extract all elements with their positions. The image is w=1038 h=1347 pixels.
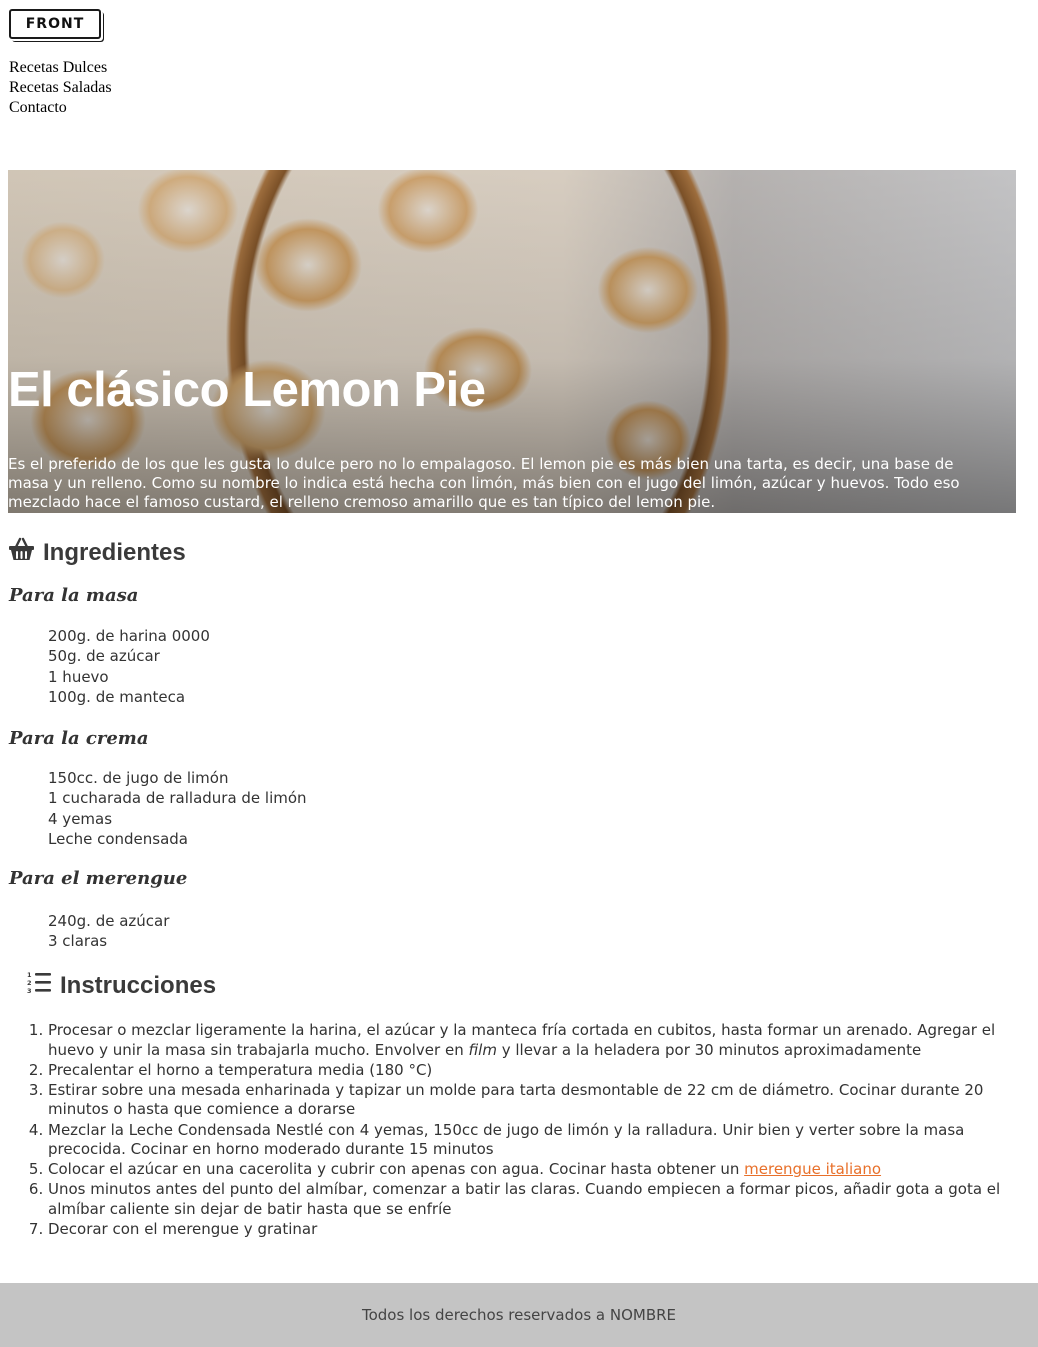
ingredients-heading-label: Ingredientes: [43, 538, 186, 566]
ingredients-list: 150cc. de jugo de limón 1 cucharada de r…: [48, 768, 307, 849]
list-item: Leche condensada: [48, 829, 188, 848]
svg-text:2: 2: [27, 979, 32, 987]
step-text: y llevar a la heladera por 30 minutos ap…: [496, 1040, 922, 1059]
list-item: 50g. de azúcar: [48, 647, 160, 666]
list-item: 200g. de harina 0000: [48, 627, 210, 645]
nav-link-recetas-dulces[interactable]: Recetas Dulces: [9, 59, 107, 76]
step-emphasis: film: [468, 1040, 497, 1059]
hero-description: Es el preferido de los que les gusta lo …: [8, 455, 960, 511]
list-item: Mezclar la Leche Condensada Nestlé con 4…: [48, 1121, 1013, 1160]
nav-link-contacto[interactable]: Contacto: [9, 99, 67, 116]
page-title: El clásico Lemon Pie: [8, 363, 486, 417]
ingredients-list: 200g. de harina 0000 50g. de azúcar 1 hu…: [48, 626, 210, 707]
list-item: Precalentar el horno a temperatura media…: [48, 1061, 1013, 1081]
list-item: Decorar con el merengue y gratinar: [48, 1220, 1013, 1240]
step-text: Colocar el azúcar en una cacerolita y cu…: [48, 1160, 745, 1179]
nav-link-recetas-saladas[interactable]: Recetas Saladas: [9, 79, 112, 96]
basket-icon: [8, 537, 35, 568]
ingredients-heading: Ingredientes: [8, 537, 186, 568]
ingredients-group-title: Para la masa: [9, 585, 139, 606]
list-item: 1 huevo: [48, 667, 109, 686]
footer-text: Todos los derechos reservados a NOMBRE: [361, 1306, 677, 1324]
nav-item-contacto[interactable]: Contacto: [9, 98, 112, 118]
main-nav: Recetas Dulces Recetas Saladas Contacto: [9, 58, 112, 118]
numbered-list-icon: 1 2 3: [27, 970, 52, 1001]
footer: Todos los derechos reservados a NOMBRE: [0, 1283, 1038, 1347]
ingredients-group-title: Para el merengue: [9, 868, 188, 889]
list-item: Colocar el azúcar en una cacerolita y cu…: [48, 1160, 1013, 1180]
instructions-list: Procesar o mezclar ligeramente la harina…: [48, 1021, 1013, 1240]
svg-text:3: 3: [27, 987, 32, 994]
list-item: 4 yemas: [48, 809, 113, 828]
list-item: Estirar sobre una mesada enharinada y ta…: [48, 1081, 1013, 1120]
ingredients-group-title: Para la crema: [9, 728, 149, 749]
instructions-heading-label: Instrucciones: [60, 971, 217, 999]
nav-item-recetas-dulces[interactable]: Recetas Dulces: [9, 58, 112, 78]
instructions-heading: 1 2 3 Instrucciones: [27, 970, 216, 1001]
ingredients-list: 240g. de azúcar 3 claras: [48, 911, 169, 952]
list-item: 3 claras: [48, 932, 108, 951]
logo[interactable]: FRONT: [9, 9, 101, 39]
list-item: 150cc. de jugo de limón: [48, 769, 229, 787]
list-item: Procesar o mezclar ligeramente la harina…: [48, 1021, 1013, 1060]
list-item: 100g. de manteca: [48, 687, 186, 706]
list-item: 240g. de azúcar: [48, 912, 170, 930]
list-item: 1 cucharada de ralladura de limón: [48, 789, 307, 808]
nav-item-recetas-saladas[interactable]: Recetas Saladas: [9, 78, 112, 98]
svg-text:1: 1: [27, 971, 32, 979]
merengue-italiano-link[interactable]: merengue italiano: [744, 1160, 881, 1178]
list-item: Unos minutos antes del punto del almíbar…: [48, 1180, 1013, 1219]
